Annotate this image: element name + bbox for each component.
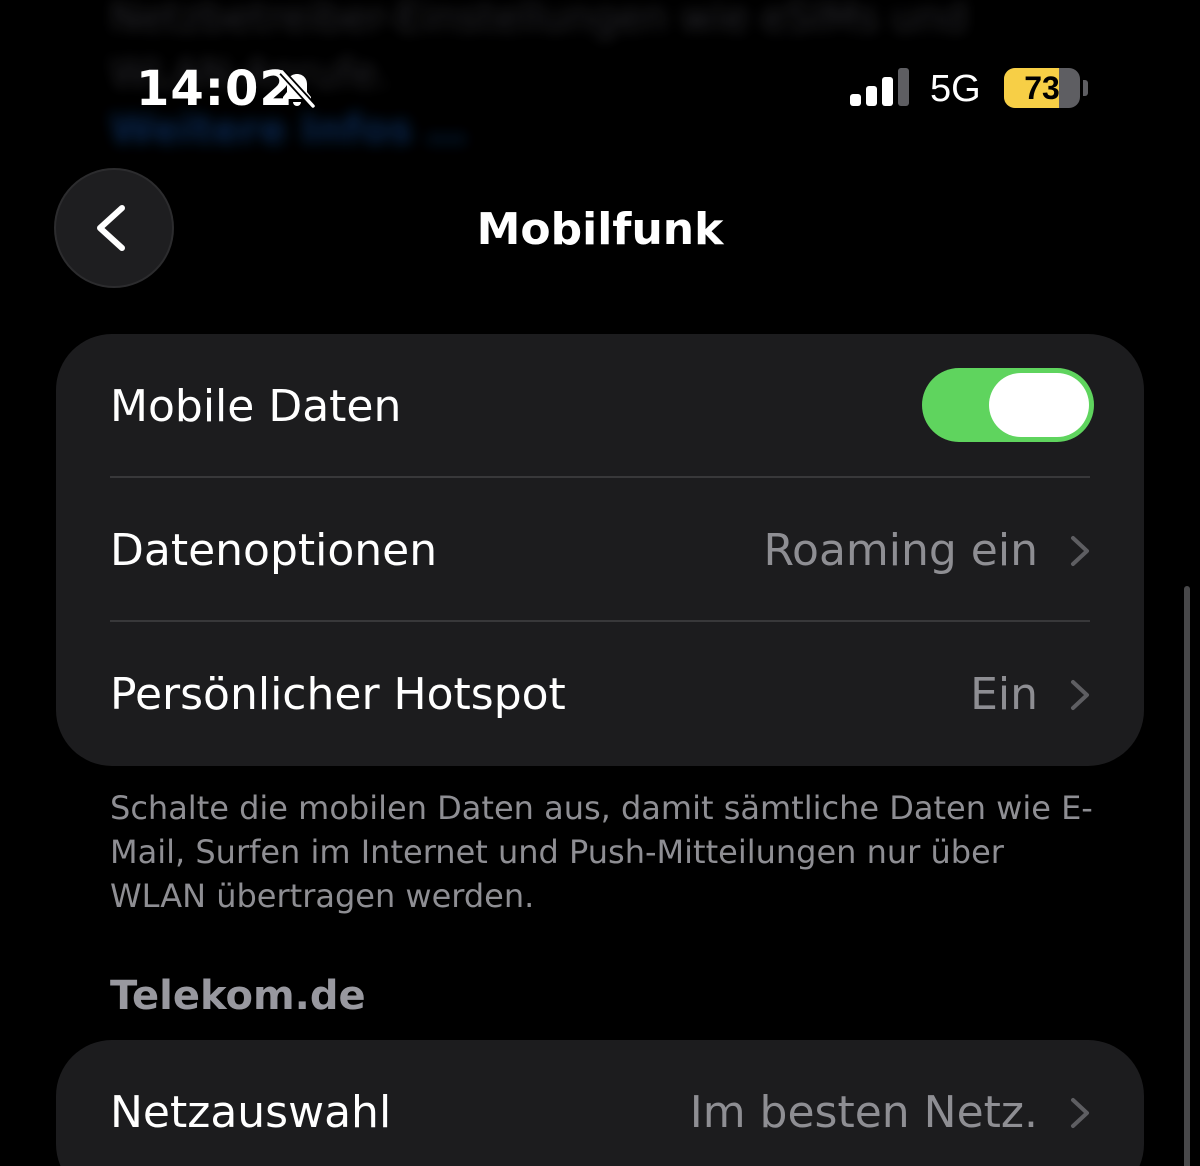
mobile-data-label: Mobile Daten	[110, 381, 402, 432]
data-options-value: Roaming ein	[763, 525, 1038, 576]
scrollbar[interactable]	[1184, 586, 1190, 1166]
chevron-right-icon	[1071, 536, 1089, 566]
chevron-right-icon	[1071, 680, 1089, 710]
chevron-right-icon	[1071, 1098, 1089, 1128]
status-time: 14:02	[136, 61, 294, 117]
network-selection-label: Netzauswahl	[110, 1087, 392, 1138]
bell-slash-icon	[279, 69, 316, 109]
page-title: Mobilfunk	[476, 204, 724, 255]
personal-hotspot-value: Ein	[970, 669, 1038, 720]
mobile-data-footer-note: Schalte die mobilen Daten aus, damit säm…	[110, 789, 1093, 915]
mobile-data-row: Mobile Daten	[56, 334, 1144, 478]
network-selection-row[interactable]: Netzauswahl Im besten Netz.	[56, 1040, 1144, 1166]
data-options-row[interactable]: Datenoptionen Roaming ein	[56, 478, 1144, 622]
network-selection-value: Im besten Netz.	[689, 1087, 1038, 1138]
data-options-label: Datenoptionen	[110, 525, 438, 576]
toggle-knob	[989, 373, 1089, 437]
carrier-group: Netzauswahl Im besten Netz.	[56, 1040, 1144, 1166]
personal-hotspot-label: Persönlicher Hotspot	[110, 669, 566, 720]
personal-hotspot-row[interactable]: Persönlicher Hotspot Ein	[56, 622, 1144, 766]
settings-screen: Netzbetreiber-Einstellungen wie eSIMs un…	[0, 0, 1200, 1166]
battery-tip	[1083, 80, 1088, 96]
battery-icon: 73	[1004, 68, 1080, 108]
carrier-section-header: Telekom.de	[110, 973, 366, 1019]
battery-level-label: 73	[1024, 70, 1060, 106]
mobile-data-group: Mobile Daten Datenoptionen Roaming ein P…	[56, 334, 1144, 766]
mobile-data-toggle[interactable]	[922, 368, 1094, 442]
cellular-signal-icon	[850, 68, 909, 106]
behind-text-line: Netzbetreiber-Einstellungen wie eSIMs un…	[110, 0, 968, 41]
network-type-label: 5G	[930, 68, 981, 110]
